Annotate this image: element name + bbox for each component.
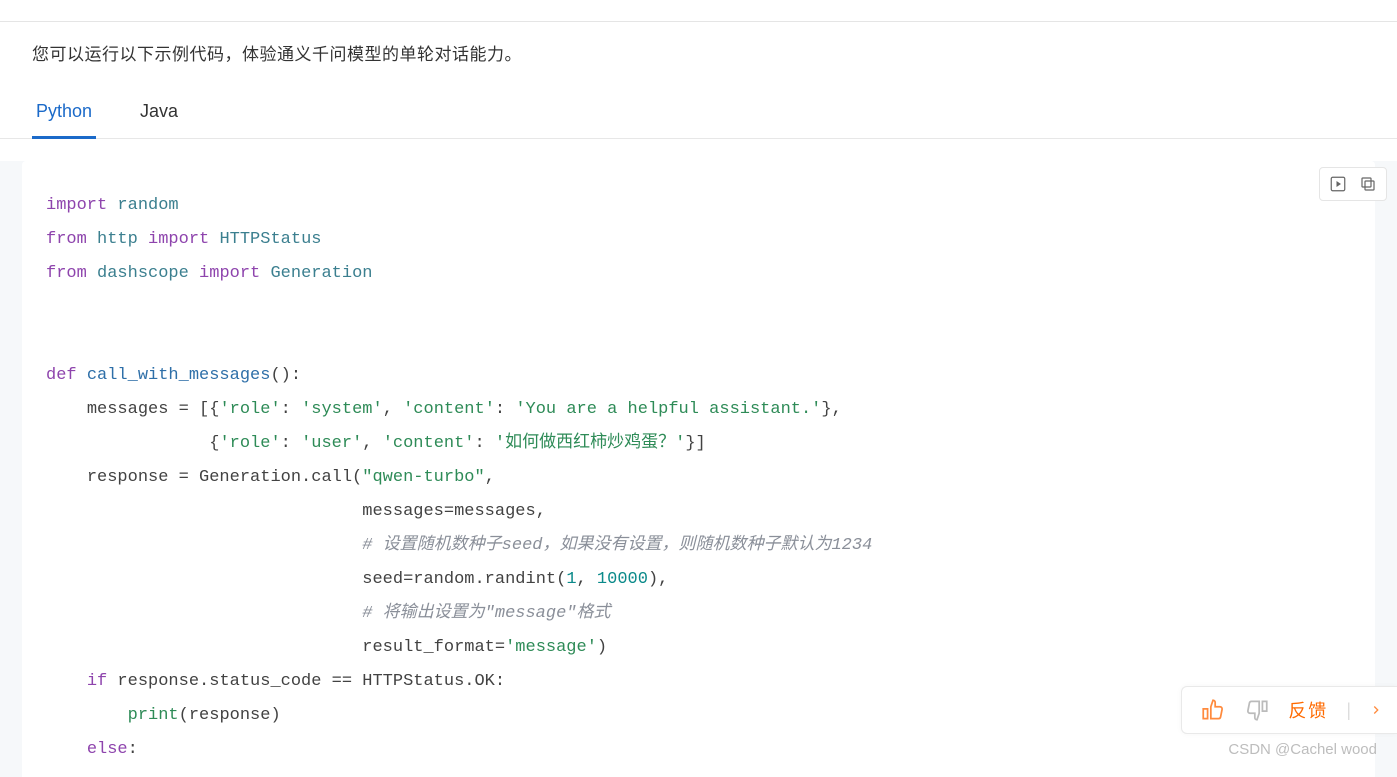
watermark: CSDN @Cachel wood [1228, 741, 1377, 758]
run-icon[interactable] [1326, 172, 1350, 196]
thumbs-up-icon[interactable] [1200, 697, 1226, 723]
copy-icon[interactable] [1356, 172, 1380, 196]
language-tabs: Python Java [0, 89, 1397, 139]
feedback-label[interactable]: 反馈 [1288, 697, 1328, 723]
code-content: import random from http import HTTPStatu… [22, 161, 1375, 777]
tab-java[interactable]: Java [136, 89, 182, 139]
feedback-bar: 反馈 | [1181, 686, 1397, 734]
top-divider [0, 0, 1397, 22]
thumbs-down-icon[interactable] [1244, 697, 1270, 723]
code-block: import random from http import HTTPStatu… [0, 161, 1397, 777]
code-pre: import random from http import HTTPStatu… [46, 189, 1351, 767]
intro-text: 您可以运行以下示例代码，体验通义千问模型的单轮对话能力。 [0, 22, 1397, 89]
tab-python[interactable]: Python [32, 89, 96, 139]
code-toolbar [1319, 167, 1387, 201]
chevron-right-icon[interactable] [1369, 699, 1383, 721]
